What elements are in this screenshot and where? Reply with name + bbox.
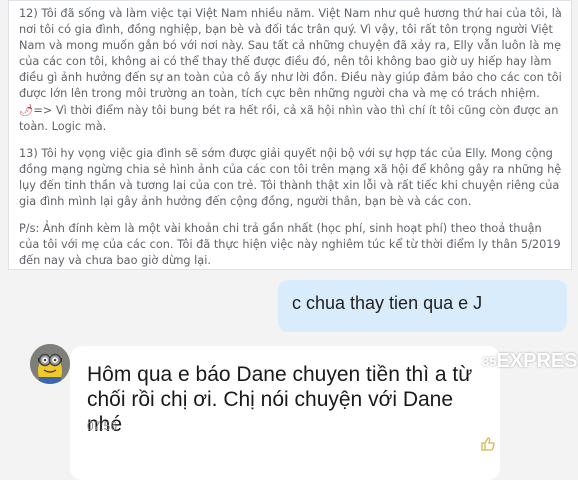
sent-message-text: c chua thay tien qua e J — [292, 293, 483, 313]
thumbs-up-outline-icon[interactable] — [480, 436, 496, 456]
minion-avatar[interactable] — [30, 344, 70, 384]
post-comment: Vì thời điểm này tôi bung bét ra hết rồi… — [19, 103, 559, 133]
post-paragraph-13: 13) Tôi hy vọng việc gia đình sẽ sớm đượ… — [19, 146, 562, 209]
watermark-number: 35 — [482, 354, 497, 369]
received-message-text: Hôm qua e báo Dane chuyen tiền thì a từ … — [87, 363, 473, 436]
watermark-text: EXPRESS — [496, 350, 578, 372]
sent-message-bubble[interactable]: c chua thay tien qua e J — [278, 280, 567, 332]
red-chili-icon: 🌶 — [19, 103, 34, 117]
vnexpress-watermark: 35 EXPRESS — [482, 350, 578, 373]
minion-avatar-icon — [30, 344, 70, 384]
post-paragraph-12: 12) Tôi đã sống và làm việc tại Việt Nam… — [19, 7, 562, 101]
post-comment-line: 🌶=> Vì thời điểm này tôi bung bét ra hết… — [19, 103, 563, 135]
post-ps: P/s: Ảnh đính kèm là một vài khoản chi t… — [19, 222, 561, 268]
arrow-marker: => — [33, 103, 53, 117]
received-message-bubble[interactable]: Hôm qua e báo Dane chuyen tiền thì a từ … — [70, 346, 500, 480]
quoted-post: 12) Tôi đã sống và làm việc tại Việt Nam… — [8, 0, 572, 270]
message-timestamp: 07:56 — [87, 419, 118, 433]
